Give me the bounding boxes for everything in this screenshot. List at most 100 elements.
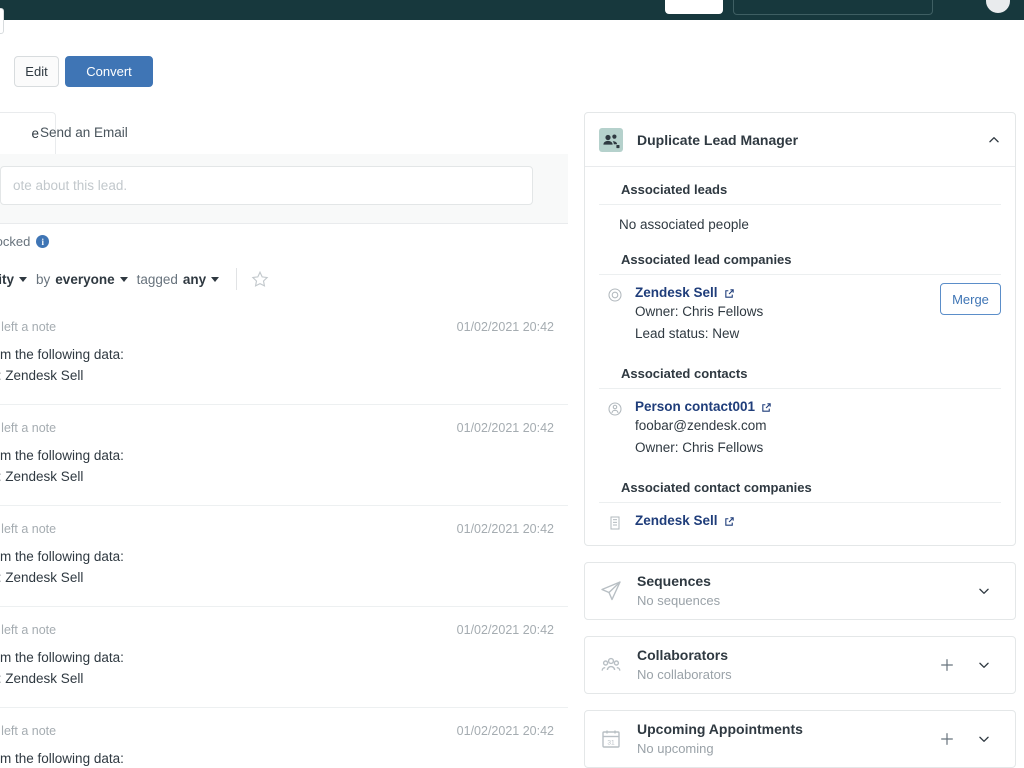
activity-feed-item: ngarala left a note 01/02/2021 20:42 erg… — [0, 304, 568, 405]
duplicate-lead-manager-header[interactable]: Duplicate Lead Manager — [585, 113, 1015, 167]
activity-line: erged from the following data: — [0, 445, 568, 466]
duplicate-lead-manager-title: Duplicate Lead Manager — [637, 132, 987, 148]
calendar-icon: 31 — [599, 727, 623, 751]
info-icon[interactable]: i — [36, 235, 49, 248]
activity-feed-item: ngarala left a note 01/02/2021 20:42 erg… — [0, 607, 568, 708]
global-top-bar — [0, 0, 1024, 20]
activity-feed-item: ngarala left a note 01/02/2021 20:42 erg… — [0, 506, 568, 607]
duplicate-lead-manager-card: Duplicate Lead Manager Associated leads … — [584, 112, 1016, 546]
lead-sidebar: Duplicate Lead Manager Associated leads … — [584, 112, 1016, 768]
lead-activity-panel: e Send an Email l is blocked i l activit… — [0, 112, 568, 768]
associated-contact-owner: Owner: Chris Fellows — [635, 438, 1001, 458]
associated-contact-company-name: Zendesk Sell — [635, 513, 718, 528]
sequences-subtitle: No sequences — [637, 592, 977, 609]
filter-tag-dropdown[interactable]: any — [183, 272, 228, 287]
top-bar-primary-button[interactable] — [665, 0, 723, 14]
collaborators-icon — [599, 653, 623, 677]
note-composer — [0, 154, 568, 224]
composer-tabs: e Send an Email — [0, 112, 568, 155]
activity-feed-item: ngarala left a note 01/02/2021 20:42 erg… — [0, 405, 568, 506]
filter-tagged-word: tagged — [137, 272, 178, 287]
associated-leads-empty-text: No associated people — [585, 205, 1015, 236]
activity-actor: ngarala left a note — [0, 320, 56, 334]
section-associated-leads-heading: Associated leads — [599, 167, 1001, 205]
section-associated-contacts-heading: Associated contacts — [599, 350, 1001, 389]
note-input[interactable] — [0, 166, 533, 205]
filter-owner-label: everyone — [55, 272, 114, 287]
activity-actor: ngarala left a note — [0, 522, 56, 536]
activity-feed-item: ngarala left a note 01/02/2021 20:42 erg… — [0, 708, 568, 768]
collaborators-subtitle: No collaborators — [637, 666, 939, 683]
upcoming-appointments-card[interactable]: 31 Upcoming Appointments No upcoming — [584, 710, 1016, 768]
activity-actor: ngarala left a note — [0, 623, 56, 637]
filter-activity-label: l activity — [0, 272, 14, 287]
blocked-notice: l is blocked i — [0, 234, 49, 249]
sequences-title: Sequences — [637, 573, 977, 590]
merge-button[interactable]: Merge — [940, 283, 1001, 315]
activity-line: erged from the following data: — [0, 344, 568, 365]
activity-line: ny name: Zendesk Sell — [0, 365, 568, 386]
section-associated-contact-companies-heading: Associated contact companies — [599, 464, 1001, 503]
user-avatar[interactable] — [984, 0, 1012, 15]
activity-line: erged from the following data: — [0, 647, 568, 668]
paper-plane-icon — [599, 579, 623, 603]
svg-text:31: 31 — [607, 739, 615, 746]
people-icon — [599, 128, 623, 152]
building-icon — [607, 515, 623, 531]
chevron-down-icon — [211, 277, 219, 282]
clock-icon — [607, 287, 623, 303]
associated-lead-company-status: Lead status: New — [635, 324, 940, 344]
activity-actor: ngarala left a note — [0, 724, 56, 738]
activity-timestamp: 01/02/2021 20:42 — [457, 623, 554, 637]
section-associated-lead-companies-heading: Associated lead companies — [599, 236, 1001, 275]
external-link-icon — [724, 287, 735, 298]
filter-activity-dropdown[interactable]: l activity — [0, 272, 36, 287]
activity-actor: ngarala left a note — [0, 421, 56, 435]
chevron-down-icon — [19, 277, 27, 282]
filter-divider — [236, 268, 237, 290]
chevron-down-icon[interactable] — [977, 584, 991, 598]
sequences-card[interactable]: Sequences No sequences — [584, 562, 1016, 620]
activity-line: erged from the following data: — [0, 546, 568, 567]
associated-contact-company-link[interactable]: Zendesk Sell — [635, 513, 735, 528]
global-search-input[interactable] — [733, 0, 933, 15]
activity-filter-bar: l activity by everyone tagged any — [0, 268, 269, 290]
clipped-left-button[interactable] — [0, 8, 4, 34]
activity-feed: ngarala left a note 01/02/2021 20:42 erg… — [0, 304, 568, 768]
tab-send-an-email[interactable]: Send an Email — [24, 112, 144, 153]
associated-contact-company-row: Zendesk Sell — [585, 503, 1015, 545]
chevron-down-icon — [120, 277, 128, 282]
filter-by-word: by — [36, 272, 50, 287]
chevron-down-icon[interactable] — [977, 658, 991, 672]
activity-line: ny name: Zendesk Sell — [0, 668, 568, 689]
associated-contact-row: Person contact001 foobar@zendesk.com Own… — [585, 389, 1015, 464]
star-icon[interactable] — [251, 270, 269, 288]
collaborators-card[interactable]: Collaborators No collaborators — [584, 636, 1016, 694]
chevron-down-icon[interactable] — [977, 732, 991, 746]
activity-line: ny name: Zendesk Sell — [0, 466, 568, 487]
activity-line: ny name: Zendesk Sell — [0, 567, 568, 588]
add-collaborator-button[interactable] — [939, 657, 955, 673]
filter-tag-label: any — [183, 272, 206, 287]
filter-owner-dropdown[interactable]: everyone — [55, 272, 136, 287]
associated-contact-name: Person contact001 — [635, 399, 755, 414]
edit-button[interactable]: Edit — [14, 56, 59, 87]
lead-detail-page: Edit Convert e Send an Email l is blocke… — [0, 0, 1024, 768]
upcoming-appointments-title: Upcoming Appointments — [637, 721, 939, 738]
activity-timestamp: 01/02/2021 20:42 — [457, 522, 554, 536]
associated-lead-company-link[interactable]: Zendesk Sell — [635, 285, 735, 300]
collaborators-title: Collaborators — [637, 647, 939, 664]
activity-timestamp: 01/02/2021 20:42 — [457, 421, 554, 435]
associated-lead-company-row: Zendesk Sell Owner: Chris Fellows Lead s… — [585, 275, 1015, 350]
chevron-up-icon[interactable] — [987, 133, 1001, 147]
associated-contact-email: foobar@zendesk.com — [635, 416, 1001, 436]
associated-lead-company-name: Zendesk Sell — [635, 285, 718, 300]
associated-lead-company-owner: Owner: Chris Fellows — [635, 302, 940, 322]
upcoming-appointments-subtitle: No upcoming — [637, 740, 939, 757]
activity-timestamp: 01/02/2021 20:42 — [457, 320, 554, 334]
add-appointment-button[interactable] — [939, 731, 955, 747]
person-icon — [607, 401, 623, 417]
associated-contact-link[interactable]: Person contact001 — [635, 399, 772, 414]
convert-button[interactable]: Convert — [65, 56, 153, 87]
blocked-notice-label: l is blocked — [0, 234, 30, 249]
